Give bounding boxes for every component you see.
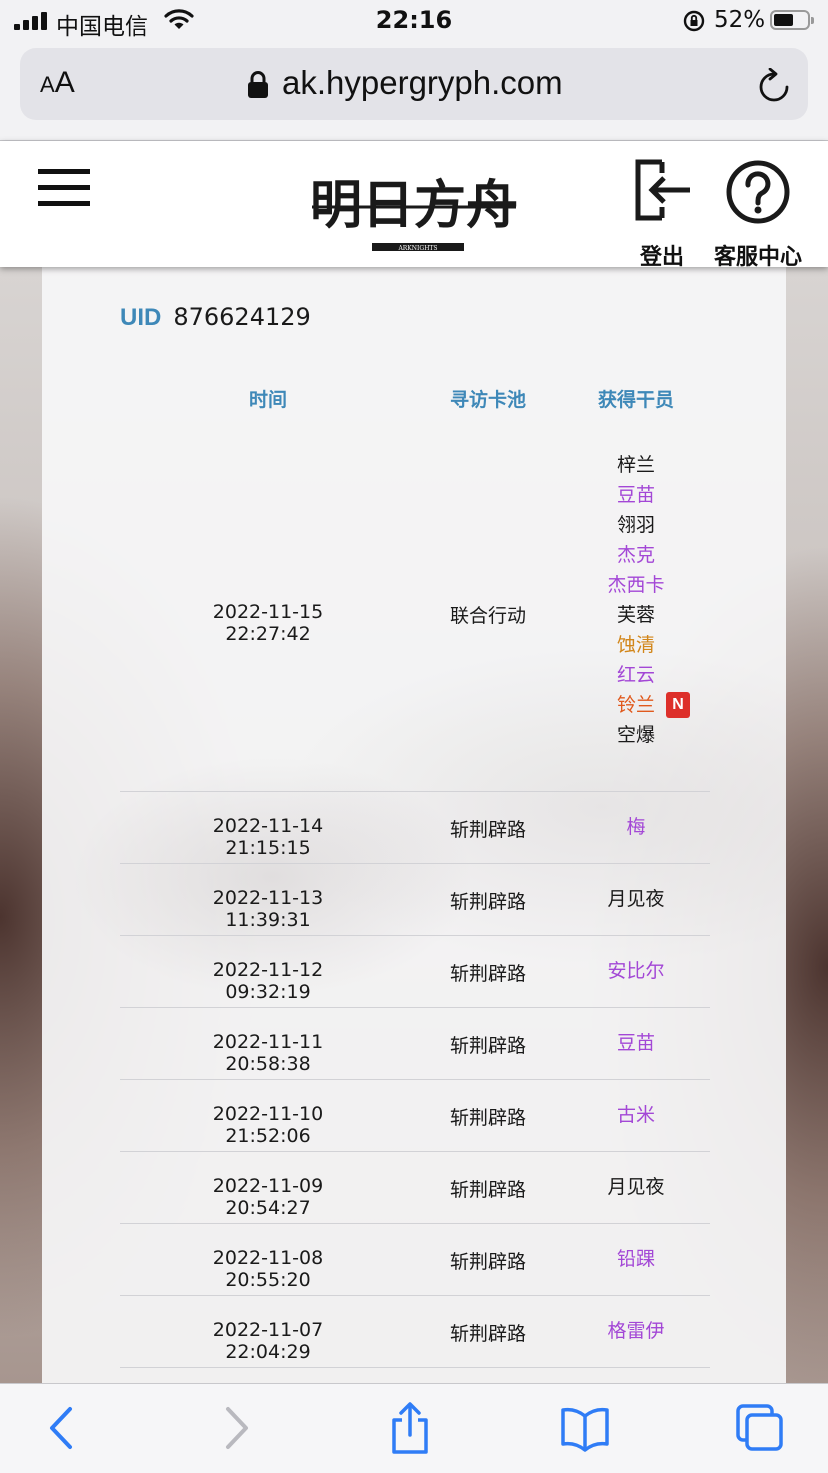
operator-list: 安比尔 xyxy=(536,956,736,986)
operator-name: 豆苗 xyxy=(616,1032,655,1054)
status-bar: 中国电信 22:16 52% xyxy=(0,0,828,44)
operator-list: 梓兰豆苗翎羽杰克杰西卡芙蓉蚀清红云铃兰 N 空爆 xyxy=(536,450,736,750)
operator-item: 芙蓉 xyxy=(536,600,736,630)
operator-name: 空爆 xyxy=(616,724,655,746)
hamburger-menu-icon[interactable] xyxy=(38,169,90,207)
gacha-history-card: UID 876624129 时间 寻访卡池 获得干员 2022-11-15 22:… xyxy=(42,267,786,1383)
browser-toolbar xyxy=(0,1383,828,1473)
rotation-lock-icon xyxy=(683,10,705,32)
table-row: 2022-11-15 22:27:42 联合行动 梓兰 豆苗 翎羽 杰克 杰西卡 芙蓉 蚀清 红云… xyxy=(120,435,710,792)
operator-list: 梅 xyxy=(536,812,736,842)
reload-icon[interactable] xyxy=(757,68,791,106)
operator-item: 红云 xyxy=(536,660,736,690)
battery-icon xyxy=(770,10,814,30)
share-icon[interactable] xyxy=(382,1402,438,1454)
operator-name: 翎羽 xyxy=(616,514,655,536)
operator-item: 翎羽 xyxy=(536,510,736,540)
operator-item: 古米 xyxy=(536,1100,736,1130)
help-circle-icon xyxy=(726,160,790,224)
text-size-button[interactable]: AA xyxy=(40,66,75,100)
operator-name: 月见夜 xyxy=(607,888,665,910)
pull-time: 2022-11-08 20:55:20 xyxy=(212,1247,324,1291)
new-badge: N xyxy=(666,692,690,718)
pull-time: 2022-11-13 11:39:31 xyxy=(212,887,324,931)
operator-name: 芙蓉 xyxy=(616,604,655,626)
operator-list: 月见夜 xyxy=(536,1172,736,1202)
column-header-operator: 获得干员 xyxy=(597,389,674,411)
url-text[interactable]: ak.hypergryph.com xyxy=(282,64,563,102)
customer-service-button[interactable]: 客服中心 xyxy=(710,159,806,270)
bookmarks-icon[interactable] xyxy=(557,1402,613,1454)
uid-row: UID 876624129 xyxy=(120,303,311,332)
operator-name: 蚀清 xyxy=(616,634,655,656)
operator-item: 杰克 xyxy=(536,540,736,570)
pull-time: 2022-11-07 22:04:29 xyxy=(212,1319,324,1363)
operator-name: 梓兰 xyxy=(616,454,655,476)
table-row: 2022-11-13 11:39:31 斩荆辟路 月见夜 xyxy=(120,863,710,936)
operator-item: 铅踝 xyxy=(536,1244,736,1274)
customer-service-label: 客服中心 xyxy=(713,245,802,270)
operator-list: 古米 xyxy=(536,1100,736,1130)
operator-list: 月见夜 xyxy=(536,884,736,914)
operator-item: 豆苗 xyxy=(536,480,736,510)
arknights-logo[interactable]: 明日方舟 ARKNIGHTS xyxy=(308,151,520,261)
operator-item: 空爆 xyxy=(536,720,736,750)
operator-item: 杰西卡 xyxy=(536,570,736,600)
table-row: 2022-11-06 08:32:37斩荆辟路杰克 xyxy=(120,1367,710,1383)
pull-time: 2022-11-09 20:54:27 xyxy=(212,1175,324,1219)
operator-name: 月见夜 xyxy=(607,1176,665,1198)
pull-time: 2022-11-12 09:32:19 xyxy=(212,959,324,1003)
operator-item: 月见夜 xyxy=(536,1172,736,1202)
tabs-icon[interactable] xyxy=(732,1402,788,1454)
operator-name: 安比尔 xyxy=(607,960,665,982)
operator-name: 杰西卡 xyxy=(607,574,665,596)
table-row: 2022-11-09 20:54:27 斩荆辟路 月见夜 xyxy=(120,1151,710,1224)
operator-name: 格雷伊 xyxy=(607,1320,665,1342)
operator-name: 铅踝 xyxy=(616,1248,655,1270)
uid-label: UID xyxy=(120,304,162,331)
site-header: 明日方舟 ARKNIGHTS 登出 客服中心 xyxy=(0,141,828,270)
operator-item: 梅 xyxy=(536,812,736,842)
logout-icon xyxy=(635,159,690,221)
operator-item: 安比尔 xyxy=(536,956,736,986)
address-bar[interactable]: AA ak.hypergryph.com xyxy=(20,48,808,120)
pull-time: 2022-11-10 21:52:06 xyxy=(212,1103,324,1147)
operator-item: 铃兰 N xyxy=(536,690,736,720)
table-row: 2022-11-14 21:15:15 斩荆辟路梅 xyxy=(120,791,710,864)
uid-value: 876624129 xyxy=(173,303,311,331)
logo-subtext: ARKNIGHTS xyxy=(397,245,437,252)
operator-name: 古米 xyxy=(616,1104,655,1126)
operator-name: 红云 xyxy=(616,664,655,686)
operator-name: 梅 xyxy=(626,816,646,838)
pull-time: 2022-11-14 21:15:15 xyxy=(212,815,324,859)
operator-list: 铅踝 xyxy=(536,1244,736,1274)
operator-list: 格雷伊 xyxy=(536,1316,736,1346)
operator-item: 豆苗 xyxy=(536,1028,736,1058)
logo-text: 明日方舟 xyxy=(310,175,518,236)
column-header-time: 时间 xyxy=(248,389,287,411)
operator-name: 豆苗 xyxy=(616,484,655,506)
forward-icon[interactable] xyxy=(208,1402,264,1454)
operator-name: 杰克 xyxy=(616,544,655,566)
operator-item: 蚀清 xyxy=(536,630,736,660)
table-row: 2022-11-07 22:04:29 斩荆辟路 格雷伊 xyxy=(120,1295,710,1368)
battery-percentage: 52% xyxy=(714,7,766,33)
table-row: 2022-11-12 09:32:19 斩荆辟路 安比尔 xyxy=(120,935,710,1008)
table-row: 2022-11-08 20:55:20 斩荆辟路 铅踝 xyxy=(120,1223,710,1296)
table-row: 2022-11-10 21:52:06 斩荆辟路 古米 xyxy=(120,1079,710,1152)
browser-address-area: AA ak.hypergryph.com xyxy=(0,44,828,141)
operator-name: 铃兰 xyxy=(616,694,655,716)
operator-item: 月见夜 xyxy=(536,884,736,914)
pull-time: 2022-11-15 22:27:42 xyxy=(212,601,324,645)
operator-item: 梓兰 xyxy=(536,450,736,480)
pull-time: 2022-11-11 20:58:38 xyxy=(212,1031,324,1075)
lock-icon xyxy=(248,71,268,98)
operator-list: 豆苗 xyxy=(536,1028,736,1058)
logout-button[interactable]: 登出 xyxy=(628,159,696,270)
table-row: 2022-11-11 20:58:38 斩荆辟路 豆苗 xyxy=(120,1007,710,1080)
operator-item: 格雷伊 xyxy=(536,1316,736,1346)
back-icon[interactable] xyxy=(34,1402,90,1454)
